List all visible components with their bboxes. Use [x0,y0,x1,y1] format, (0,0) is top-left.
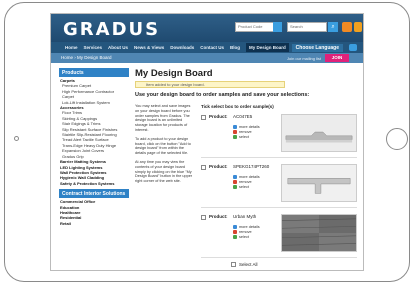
product-code: SPEKG174PT260 [233,164,270,169]
more-details-link[interactable]: more details [233,125,260,129]
remove-link[interactable]: remove [233,230,252,234]
instruction-paragraph: You may select and save images on your d… [135,104,191,132]
tablet-device: GRADUS Product Code Search ⌕ Home Servic… [0,0,414,284]
product-image-carpet[interactable] [281,214,357,252]
social-icon[interactable] [354,22,362,32]
product-select-checkbox[interactable] [201,215,206,220]
breadcrumb[interactable]: Home › My Design Board [61,55,112,60]
nav-my-design-board[interactable]: My Design Board [246,43,289,52]
nav-contact-us[interactable]: Contact Us [200,45,224,50]
product-row: Product: SPEKG174PT260 more details remo… [201,162,357,208]
tick-select-label: Tick select box to order sample(s) [201,104,274,109]
rss-icon[interactable] [342,22,352,32]
product-code-go-button[interactable] [273,22,282,32]
sidebar-interior-item[interactable]: Retail [59,221,129,226]
design-board-subheading: Use your design board to order samples a… [135,92,310,98]
search-input[interactable]: Search [287,22,327,32]
info-icon [233,175,237,179]
instruction-paragraph: To add a product to your design board, c… [135,136,191,156]
nav-about-us[interactable]: About Us [108,45,128,50]
website-screen: GRADUS Product Code Search ⌕ Home Servic… [50,13,364,271]
select-icon [233,185,237,189]
join-button[interactable]: JOIN [325,54,349,62]
info-icon [233,225,237,229]
select-icon [233,135,237,139]
product-row: Product: AC047E5 more details remove sel… [201,112,357,158]
product-row: Product: Urban Myth more details remove … [201,212,357,258]
instructions-column: You may select and save images on your d… [135,104,195,188]
page-title: My Design Board [135,68,213,79]
remove-link[interactable]: remove [233,180,252,184]
products-column: Tick select box to order sample(s) Produ… [201,104,357,267]
site-header: GRADUS Product Code Search ⌕ [51,14,363,42]
product-label: Product: [209,114,228,119]
remove-icon [233,130,237,134]
product-select-checkbox[interactable] [201,165,206,170]
product-select-checkbox[interactable] [201,115,206,120]
nav-services[interactable]: Services [84,45,103,50]
more-details-link[interactable]: more details [233,175,260,179]
gradus-logo[interactable]: GRADUS [63,19,160,40]
main-content: My Design Board Item added to your desig… [135,68,357,270]
sidebar-products-title[interactable]: Products [59,68,129,77]
product-label: Product: [209,214,228,219]
main-nav: Home Services About Us News & Views Down… [51,42,363,53]
sidebar-product-list: Carpets Premium Carpet High Performance Co… [59,77,129,186]
product-code: Urban Myth [233,214,257,219]
nav-downloads[interactable]: Downloads [170,45,194,50]
sidebar-item[interactable]: Safety & Protection Systems [59,181,129,186]
select-icon [233,235,237,239]
remove-link[interactable]: remove [233,130,252,134]
product-image-trim[interactable] [281,114,357,152]
info-icon [233,125,237,129]
breadcrumb-bar: Home › My Design Board Join our mailing … [51,53,363,63]
remove-icon [233,230,237,234]
nav-home[interactable]: Home [65,45,78,50]
remove-icon [233,180,237,184]
home-button[interactable] [386,128,408,150]
instruction-paragraph: At any time you may view the contents of… [135,159,193,184]
select-link[interactable]: select [233,235,249,239]
language-dropdown-button[interactable] [349,44,357,51]
nav-blog[interactable]: Blog [230,45,240,50]
select-all-label: Select All [239,262,258,267]
more-details-link[interactable]: more details [233,225,260,229]
select-all-checkbox[interactable] [231,262,236,267]
sidebar-interior-list: Commercial Office Education Healthcare Resi… [59,198,129,226]
camera-icon [14,136,19,141]
product-code: AC047E5 [233,114,253,119]
select-link[interactable]: select [233,185,249,189]
select-all-row[interactable]: Select All [231,262,357,267]
product-label: Product: [209,164,228,169]
nav-news-views[interactable]: News & Views [134,45,164,50]
added-notice: Item added to your design board. [135,81,285,88]
search-button[interactable]: ⌕ [328,22,338,32]
mailing-list-label: Join our mailing list [286,55,321,61]
product-image-edging[interactable] [281,164,357,202]
sidebar: Products Carpets Premium Carpet High Perfo… [59,68,129,270]
choose-language-select[interactable]: Choose Language [291,44,343,52]
select-link[interactable]: select [233,135,249,139]
sidebar-interior-title[interactable]: Contract Interior Solutions [59,189,129,199]
